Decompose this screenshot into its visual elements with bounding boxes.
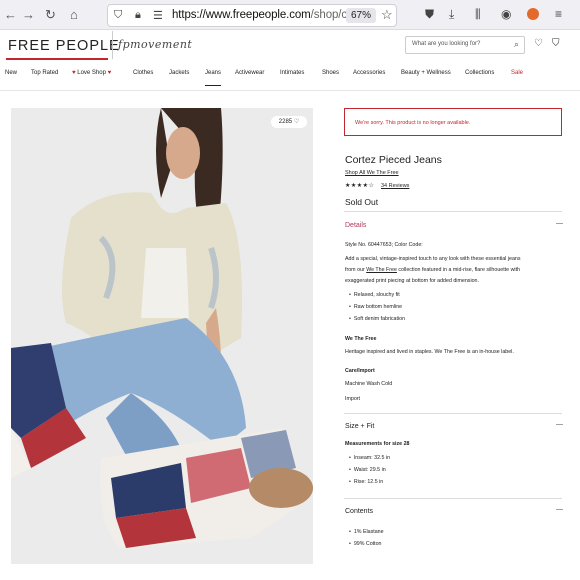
section-divider (344, 498, 562, 499)
pocket-icon[interactable]: ⛊ (425, 7, 434, 22)
download-icon[interactable]: ⤓ (449, 7, 454, 22)
nav-item-sale[interactable]: Sale (511, 70, 523, 76)
lock-icon[interactable]: 🔒︎ (135, 9, 141, 22)
list-item: • 99% Cotton (349, 541, 382, 547)
bookmark-star-icon[interactable]: ☆ (381, 7, 393, 23)
brand-link[interactable]: Shop All We The Free (345, 170, 399, 176)
search-box[interactable]: What are you looking for? ⌕ (405, 36, 525, 54)
nav-item-intimates[interactable]: Intimates (280, 70, 304, 76)
heart-icon: ♥ (72, 70, 76, 76)
library-icon[interactable]: ⫼ (475, 7, 481, 22)
collapse-icon[interactable]: — (556, 220, 563, 227)
browser-toolbar: ← → ↻ ⌂ ⛉ 🔒︎ ☰ https://www.freepeople.co… (0, 0, 580, 30)
model-illustration (11, 108, 313, 564)
url-text[interactable]: https://www.freepeople.com/shop/c (172, 9, 347, 21)
style-number: Style No. 60447653; Color Code: (345, 242, 423, 248)
nav-item-collections[interactable]: Collections (465, 70, 494, 76)
list-item: • Inseam: 32.5 in (349, 455, 391, 461)
shield-icon[interactable]: ⛉ (114, 9, 122, 22)
nav-item-clothes[interactable]: Clothes (133, 70, 153, 76)
search-icon[interactable]: ⌕ (514, 39, 519, 50)
permissions-icon[interactable]: ☰ (153, 9, 163, 22)
description-line-2: from our We The Free collection featured… (345, 267, 520, 273)
size-fit-heading[interactable]: Size + Fit (345, 423, 374, 430)
header-divider (112, 31, 113, 59)
description-line-1: Add a special, vintage-inspired touch to… (345, 256, 521, 262)
list-item: • 1% Elastane (349, 529, 384, 535)
fpmovement-logo[interactable]: fpmovement (118, 38, 192, 51)
we-the-free-text: Heritage inspired and lived in staples. … (345, 349, 514, 355)
section-divider (344, 413, 562, 414)
home-icon[interactable]: ⌂ (70, 7, 78, 23)
header-divider-line (0, 90, 580, 91)
forward-icon[interactable]: → (22, 7, 35, 23)
reviews-link[interactable]: 34 Reviews (381, 183, 409, 189)
collapse-icon[interactable]: — (556, 421, 563, 428)
alert-text: We're sorry. This product is no longer a… (355, 120, 471, 126)
heart-icon: ♡ (293, 119, 300, 125)
url-bar[interactable]: ⛉ 🔒︎ ☰ https://www.freepeople.com/shop/c… (107, 4, 397, 27)
back-icon[interactable]: ← (4, 7, 17, 23)
measurements-heading: Measurements for size 28 (345, 441, 410, 447)
wishlist-heart-icon[interactable]: ♡ (534, 38, 543, 49)
care-text: Machine Wash Cold (345, 381, 393, 387)
nav-item-beauty-wellness[interactable]: Beauty + Wellness (401, 70, 451, 76)
list-item: • Waist: 29.5 in (349, 467, 386, 473)
import-text: Import (345, 396, 361, 402)
description-line-3: exaggerated print piecing at bottom for … (345, 278, 479, 284)
we-the-free-heading: We The Free (345, 336, 377, 342)
nav-item-jeans[interactable]: Jeans (205, 70, 222, 86)
unavailable-alert: We're sorry. This product is no longer a… (344, 108, 562, 136)
contents-heading[interactable]: Contents (345, 508, 373, 515)
search-input[interactable]: What are you looking for? (412, 41, 480, 47)
section-divider (344, 211, 562, 212)
care-heading: Care/Import (345, 368, 375, 374)
extension-icon[interactable] (527, 8, 539, 20)
nav-item-shoes[interactable]: Shoes (322, 70, 339, 76)
logo-underline (6, 58, 108, 60)
rating-stars[interactable]: ★★★★☆ (345, 182, 374, 189)
site-logo[interactable]: FREE PEOPLE (8, 38, 120, 54)
list-item: • Rise: 12.5 in (349, 479, 384, 485)
zoom-level[interactable]: 67% (346, 8, 377, 23)
cart-bag-icon[interactable]: ⛉ (552, 38, 560, 49)
nav-item-accessories[interactable]: Accessories (353, 70, 385, 76)
list-item: • Raw bottom hemline (349, 304, 403, 310)
nav-item-new[interactable]: New (5, 70, 17, 76)
nav-item-love-shop[interactable]: ♥ Love Shop ♥ (72, 70, 111, 76)
list-item: • Soft denim fabrication (349, 316, 406, 322)
product-image[interactable] (11, 108, 313, 564)
account-icon[interactable]: ◉ (501, 7, 511, 21)
we-the-free-link[interactable]: We The Free (366, 267, 397, 273)
category-nav: New Top Rated ♥ Love Shop ♥ Clothes Jack… (0, 68, 580, 86)
menu-icon[interactable]: ≡ (555, 7, 562, 21)
nav-item-jackets[interactable]: Jackets (169, 70, 189, 76)
nav-item-activewear[interactable]: Activewear (235, 70, 264, 76)
details-heading[interactable]: Details (345, 222, 366, 229)
product-title: Cortez Pieced Jeans (345, 154, 442, 166)
nav-item-top-rated[interactable]: Top Rated (31, 70, 58, 76)
likes-badge[interactable]: 2285 ♡ (271, 116, 307, 128)
list-item: • Relaxed, slouchy fit (349, 292, 400, 298)
reload-icon[interactable]: ↻ (45, 7, 56, 23)
sold-out-status: Sold Out (345, 197, 379, 207)
collapse-icon[interactable]: — (556, 506, 563, 513)
heart-icon: ♥ (107, 70, 112, 76)
